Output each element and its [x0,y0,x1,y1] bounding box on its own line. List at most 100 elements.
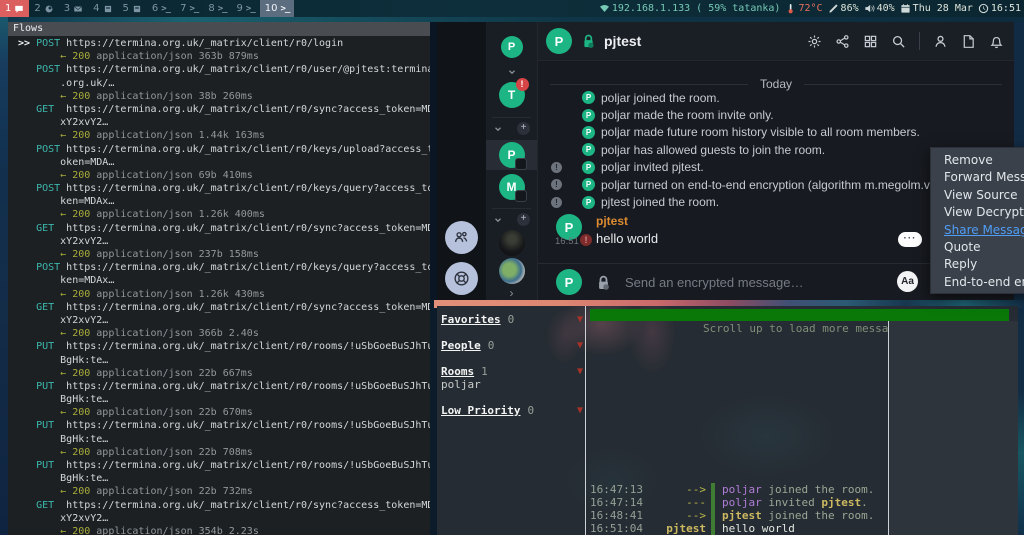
context-menu-item[interactable]: Remove [931,152,1024,169]
flow-row[interactable]: POST https://termina.org.uk/_matrix/clie… [18,182,430,222]
desktop: 123456>_7>_8>_9>_10>_ 192.168.1.133 ( 59… [0,0,1024,535]
terminal-icon: >_ [218,4,227,14]
context-menu-item[interactable]: Forward Message [931,169,1024,186]
members-icon[interactable] [933,34,948,49]
message-timestamp: 16:51 [555,236,579,247]
support-button[interactable] [445,262,478,295]
room-avatar-p-selected[interactable]: P [499,142,525,168]
buffer-list: Favorites0▼ People0▼ Rooms1▼poljar Low Prio… [441,313,585,430]
context-menu-item[interactable]: Reply [931,256,1024,273]
collapse-triangle-icon[interactable]: ▼ [577,340,583,352]
flow-row[interactable]: PUT https://termina.org.uk/_matrix/clien… [18,340,430,380]
workspace-9[interactable]: 9>_ [232,0,260,17]
message-sender: pjtest [596,214,628,228]
network-status: 192.168.1.133 ( 59% tatanka) [599,3,781,14]
workspace-5[interactable]: 5 [118,0,147,17]
workspace-10[interactable]: 10>_ [260,0,295,17]
flow-row[interactable]: GET https://termina.org.uk/_matrix/clien… [18,301,430,341]
date-status: Thu 28 Mar [900,3,973,14]
context-menu-item[interactable]: View Source [931,187,1024,204]
bufferlist-room[interactable]: poljar [441,378,585,391]
room-avatar[interactable]: P [546,28,572,54]
people-button[interactable] [445,221,478,254]
flow-row[interactable]: POST https://termina.org.uk/_matrix/clie… [18,261,430,301]
status-segments: 192.168.1.133 ( 59% tatanka) 72°C 86% 40… [599,3,1024,14]
flow-row[interactable]: POST https://termina.org.uk/_matrix/clie… [18,63,430,103]
volume-status: 40% [864,3,895,14]
collapse-triangle-icon[interactable]: ▼ [577,405,583,417]
bufferlist-section[interactable]: Low Priority0▼ [441,404,585,417]
collapse-triangle-icon[interactable]: ▼ [577,314,583,326]
chat-log: 16:47:13-->poljar joined the room.16:47:… [437,483,1018,535]
terminal-icon: >_ [161,4,170,14]
warning-icon: ! [551,179,562,190]
flow-row[interactable]: PUT https://termina.org.uk/_matrix/clien… [18,419,430,459]
bufferlist-section[interactable]: People0▼ [441,339,585,352]
workspace-1[interactable]: 1 [0,0,29,17]
format-button[interactable]: Aa [897,271,918,292]
avatar: P [582,126,595,139]
bufferlist-section[interactable]: Favorites0▼ [441,313,585,326]
collapse-triangle-icon[interactable]: ▼ [577,366,583,378]
chevron-down-icon[interactable] [493,215,503,225]
files-icon[interactable] [961,34,976,49]
settings-gear-icon[interactable] [807,34,822,49]
room-avatar-image[interactable] [499,258,525,284]
presence-badge [515,190,527,202]
chat-line: 16:51:04pjtesthello world [437,522,1018,535]
avatar: P [582,109,595,122]
room-avatar-t[interactable]: T ! [499,82,525,108]
event-text: poljar made future room history visible … [601,125,920,139]
room-name: pjtest [604,33,641,49]
chevron-right-icon[interactable]: › [510,286,514,300]
workspace-6[interactable]: 6>_ [147,0,175,17]
widgets-grid-icon[interactable] [863,34,878,49]
chevron-down-icon[interactable] [507,67,517,77]
room-avatar-m[interactable]: M [499,174,525,200]
user-avatar[interactable]: P [501,36,523,58]
context-menu-item[interactable]: Quote [931,239,1024,256]
load-more-hint: Scroll up to load more messages. [703,322,888,335]
flow-row[interactable]: POST https://termina.org.uk/_matrix/clie… [18,143,430,183]
workspace-2[interactable]: 2 [29,0,58,17]
chat-line: 16:47:13-->poljar joined the room. [437,483,1018,496]
flow-row[interactable]: >> POST https://termina.org.uk/_matrix/c… [18,37,430,63]
event-text: pjtest joined the room. [601,195,719,209]
add-room-button[interactable]: + [517,213,530,226]
search-icon[interactable] [891,34,906,49]
flow-row[interactable]: GET https://termina.org.uk/_matrix/clien… [18,222,430,262]
user-avatar: P [556,269,582,295]
chevron-down-icon[interactable] [493,124,503,134]
firefox-icon [44,4,54,14]
flow-row[interactable]: PUT https://termina.org.uk/_matrix/clien… [18,459,430,499]
chat-icon [14,4,24,14]
context-menu-item[interactable]: View Decrypted Source [931,204,1024,221]
lifebuoy-icon [452,269,471,288]
encryption-lock-icon [595,274,612,291]
calendar-icon [900,3,911,14]
workspace-4[interactable]: 4 [88,0,117,17]
bufferlist-section[interactable]: Rooms1▼ [441,365,585,378]
workspace-3[interactable]: 3 [59,0,88,17]
context-menu-item[interactable]: Share Message [931,222,1024,239]
message-options-button[interactable]: ··· [898,232,922,247]
wallpaper-gap-vertical [430,22,437,300]
workspace-7[interactable]: 7>_ [175,0,203,17]
notifications-bell-icon[interactable] [989,34,1004,49]
share-icon[interactable] [835,34,850,49]
encryption-lock-icon [581,33,596,49]
workspace-8[interactable]: 8>_ [203,0,231,17]
room-avatar-image[interactable] [499,230,525,256]
flow-row[interactable]: GET https://termina.org.uk/_matrix/clien… [18,103,430,143]
mail-icon [73,4,83,14]
speaker-icon [864,3,875,14]
progress-bar [590,309,1009,321]
flow-row[interactable]: GET https://termina.org.uk/_matrix/clien… [18,499,430,535]
add-room-button[interactable]: + [517,122,530,135]
chat-line: 16:48:41-->pjtest joined the room. [437,509,1018,522]
chat-line: 16:47:14---poljar invited pjtest. [437,496,1018,509]
context-menu-item[interactable]: End-to-end encryption [931,274,1024,291]
matrix-client-window: P T ! + P M [437,22,1014,300]
flow-row[interactable]: PUT https://termina.org.uk/_matrix/clien… [18,380,430,420]
flows-header: Flows [8,22,430,36]
